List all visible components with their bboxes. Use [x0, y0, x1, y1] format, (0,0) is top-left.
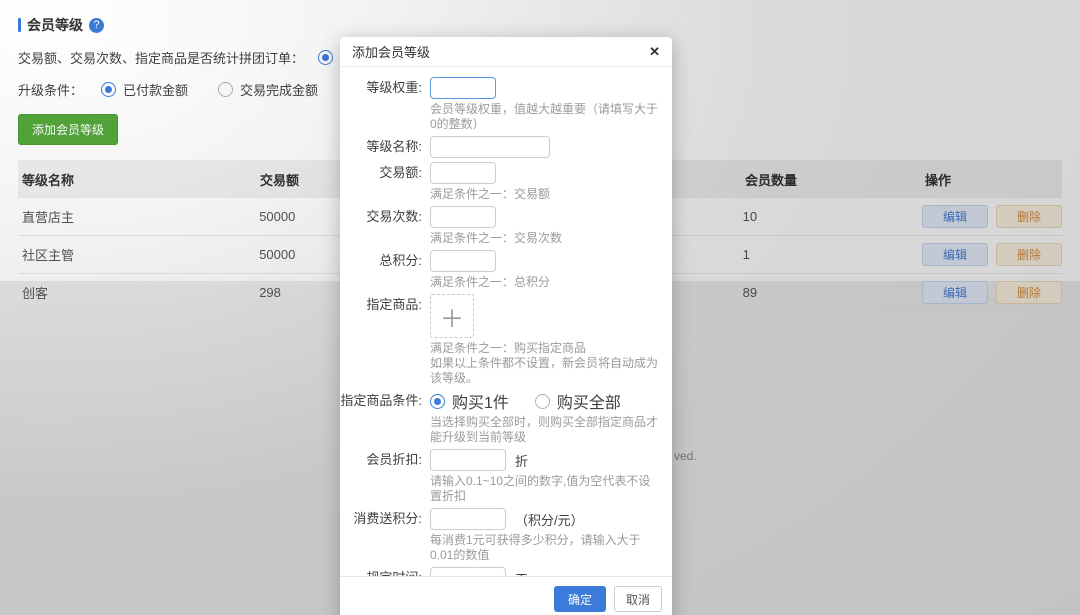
points-per-yuan-field: 消费送积分: （积分/元） 每消费1元可获得多少积分，请输入大于0.01的数值 — [340, 508, 660, 563]
trade-times-field: 交易次数: 满足条件之一：交易次数 — [340, 206, 660, 246]
level-name-field: 等级名称: — [340, 136, 660, 158]
buy-all-label: 购买全部 — [557, 389, 621, 413]
radio-checked-icon — [430, 394, 445, 409]
confirm-button[interactable]: 确定 — [554, 586, 606, 612]
member-discount-label: 会员折扣: — [340, 449, 430, 504]
total-points-hint: 满足条件之一：总积分 — [430, 275, 660, 290]
buy-one-radio[interactable]: 购买1件 — [430, 389, 509, 413]
goods-condition-field: 指定商品条件: 购买1件 购买全部 当选择购买全部时，则购买全部指定商品才能升级… — [340, 390, 660, 445]
points-per-yuan-input[interactable] — [430, 508, 506, 530]
close-icon[interactable]: ✕ — [649, 45, 660, 58]
level-name-label: 等级名称: — [340, 136, 430, 158]
radio-unchecked-icon — [535, 394, 550, 409]
level-weight-label: 等级权重: — [340, 77, 430, 132]
designated-goods-hint2: 如果以上条件都不设置，新会员将自动成为该等级。 — [430, 356, 660, 386]
member-discount-input[interactable] — [430, 449, 506, 471]
time-limit-label: 规定时间: — [340, 567, 430, 576]
modal-header: 添加会员等级 ✕ — [340, 37, 672, 67]
trade-amount-field: 交易额: 满足条件之一：交易额 — [340, 162, 660, 202]
modal-body: 等级权重: 会员等级权重，值越大越重要（请填写大于0的整数） 等级名称: 交易额… — [340, 67, 672, 576]
designated-goods-hint1: 满足条件之一：购买指定商品 — [430, 341, 660, 356]
trade-times-input[interactable] — [430, 206, 496, 228]
goods-condition-hint: 当选择购买全部时，则购买全部指定商品才能升级到当前等级 — [430, 415, 660, 445]
points-per-yuan-hint: 每消费1元可获得多少积分，请输入大于0.01的数值 — [430, 533, 660, 563]
goods-condition-label: 指定商品条件: — [340, 390, 430, 445]
level-weight-input[interactable] — [430, 77, 496, 99]
designated-goods-field: 指定商品: ＋ 满足条件之一：购买指定商品 如果以上条件都不设置，新会员将自动成… — [340, 294, 660, 386]
total-points-label: 总积分: — [340, 250, 430, 290]
time-limit-unit: 天 — [515, 569, 528, 577]
modal-title: 添加会员等级 — [352, 42, 430, 61]
buy-one-label: 购买1件 — [452, 389, 509, 413]
trade-times-label: 交易次数: — [340, 206, 430, 246]
member-discount-hint: 请输入0.1~10之间的数字,值为空代表不设置折扣 — [430, 474, 660, 504]
member-discount-field: 会员折扣: 折 请输入0.1~10之间的数字,值为空代表不设置折扣 — [340, 449, 660, 504]
time-limit-input[interactable] — [430, 567, 506, 576]
points-per-yuan-unit: （积分/元） — [515, 510, 584, 529]
points-per-yuan-label: 消费送积分: — [340, 508, 430, 563]
designated-goods-label: 指定商品: — [340, 294, 430, 386]
time-limit-field: 规定时间: 天 规定多少天内消费未满规定金额，则自动降级 — [340, 567, 660, 576]
trade-amount-hint: 满足条件之一：交易额 — [430, 187, 660, 202]
trade-times-hint: 满足条件之一：交易次数 — [430, 231, 660, 246]
level-weight-field: 等级权重: 会员等级权重，值越大越重要（请填写大于0的整数） — [340, 77, 660, 132]
plus-icon: ＋ — [440, 299, 464, 334]
add-member-level-modal: 添加会员等级 ✕ 等级权重: 会员等级权重，值越大越重要（请填写大于0的整数） … — [340, 37, 672, 615]
buy-all-radio[interactable]: 购买全部 — [535, 389, 621, 413]
add-goods-upload-box[interactable]: ＋ — [430, 294, 474, 338]
level-name-input[interactable] — [430, 136, 550, 158]
level-weight-hint: 会员等级权重，值越大越重要（请填写大于0的整数） — [430, 102, 660, 132]
member-discount-unit: 折 — [515, 451, 528, 470]
trade-amount-label: 交易额: — [340, 162, 430, 202]
total-points-input[interactable] — [430, 250, 496, 272]
total-points-field: 总积分: 满足条件之一：总积分 — [340, 250, 660, 290]
cancel-button[interactable]: 取消 — [614, 586, 662, 612]
modal-footer: 确定 取消 — [340, 576, 672, 615]
trade-amount-input[interactable] — [430, 162, 496, 184]
